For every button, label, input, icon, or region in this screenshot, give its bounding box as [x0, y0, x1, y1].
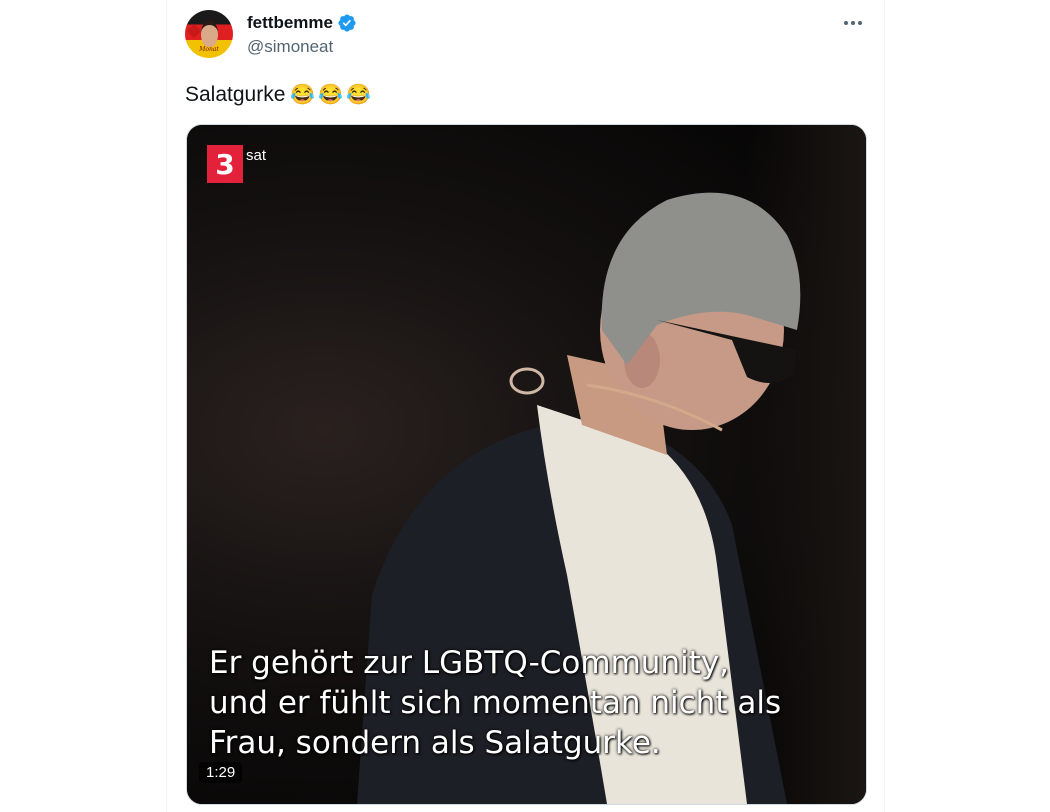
video-duration-badge: 1:29: [199, 762, 243, 783]
subtitle-line: und er fühlt sich momentan nicht als: [209, 685, 782, 721]
display-name[interactable]: fettbemme: [247, 13, 333, 33]
video-player[interactable]: 3 sat Er gehört zur LGBTQ-Community, und…: [186, 124, 867, 805]
tears-of-joy-emoji-icon: 😂: [290, 84, 316, 106]
tweet-text-content: Salatgurke: [185, 83, 286, 106]
avatar-face: [201, 20, 218, 47]
channel-logo-text: sat: [246, 147, 267, 164]
tweet: Monat fettbemme @simoneat Salatgurke 😂 😂…: [167, 0, 884, 812]
subtitle-line: Frau, sondern als Salatgurke.: [209, 725, 661, 761]
maple-leaf-icon: [186, 23, 202, 39]
author-name-row: fettbemme: [247, 12, 357, 34]
verified-badge-icon: [338, 14, 356, 32]
tears-of-joy-emoji-icon: 😂: [346, 84, 372, 106]
video-frame: 3 sat Er gehört zur LGBTQ-Community, und…: [187, 125, 866, 804]
tears-of-joy-emoji-icon: 😂: [318, 84, 344, 106]
tweet-page: Monat fettbemme @simoneat Salatgurke 😂 😂…: [0, 0, 1050, 812]
avatar-text: Monat: [199, 46, 219, 53]
author-handle[interactable]: @simoneat: [247, 37, 333, 57]
avatar[interactable]: Monat: [185, 10, 233, 58]
video-subtitles: Er gehört zur LGBTQ-Community, und er fü…: [209, 643, 849, 763]
channel-logo: 3 sat: [207, 145, 266, 183]
tweet-text: Salatgurke 😂 😂 😂: [185, 83, 371, 107]
subtitle-line: Er gehört zur LGBTQ-Community,: [209, 645, 730, 681]
more-options-icon[interactable]: [839, 10, 867, 36]
channel-logo-box: 3: [207, 145, 243, 183]
column-border-right: [884, 0, 885, 812]
